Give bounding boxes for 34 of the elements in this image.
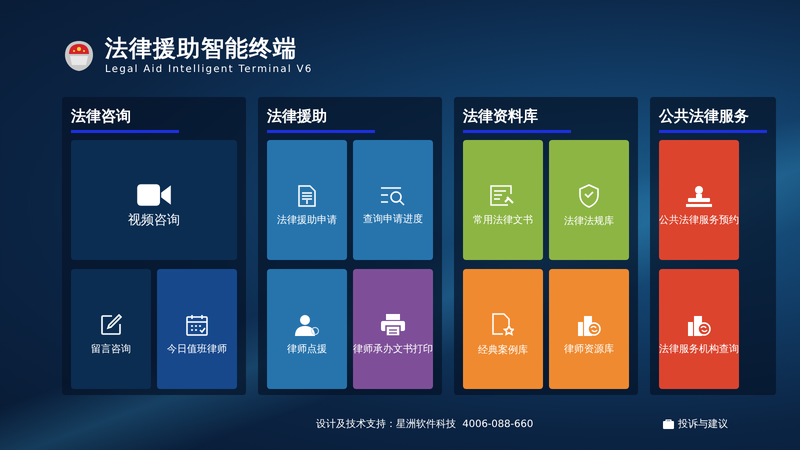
- search-list-icon: [380, 186, 406, 206]
- calendar-icon: [186, 314, 208, 336]
- stamp-icon: [686, 184, 712, 206]
- panel-title: 公共法律服务: [659, 106, 767, 133]
- support-text: 设计及技术支持：星洲软件科技 4006-088-660: [316, 418, 534, 431]
- app-title: 法律援助智能终端: [105, 36, 298, 62]
- buildings-icon: [687, 314, 711, 336]
- message-icon: [663, 419, 674, 429]
- tile-button[interactable]: 留言咨询: [71, 269, 151, 389]
- video-camera-icon: [137, 182, 171, 206]
- buildings-icon: [577, 314, 601, 336]
- tile-button[interactable]: 律师资源库: [549, 269, 629, 389]
- tile-button[interactable]: 律师点援: [267, 269, 347, 389]
- printer-icon: [381, 314, 405, 336]
- tile-button[interactable]: 法律服务机构查询: [659, 269, 739, 389]
- tile-button[interactable]: 律师承办文书打印: [353, 269, 433, 389]
- tile-button[interactable]: 公共法律服务预约: [659, 140, 739, 260]
- panel-title: 法律咨询: [71, 106, 179, 133]
- feedback-button[interactable]: 投诉与建议: [663, 417, 728, 431]
- tile-button[interactable]: 今日值班律师: [157, 269, 237, 389]
- document-icon: [298, 184, 316, 206]
- tile-button[interactable]: 法律援助申请: [267, 140, 347, 260]
- shield-icon: [578, 184, 600, 208]
- tile-button[interactable]: 查询申请进度: [353, 140, 433, 260]
- person-icon: [295, 314, 319, 336]
- document-star-icon: [492, 312, 514, 336]
- panel-title: 法律资料库: [463, 106, 571, 133]
- tile-button[interactable]: 经典案例库: [463, 269, 543, 389]
- certificate-icon: [490, 184, 516, 206]
- edit-icon: [100, 314, 122, 336]
- app-subtitle: Legal Aid Intelligent Terminal V6: [105, 64, 313, 76]
- tile-button[interactable]: 视频咨询: [71, 140, 237, 260]
- panel-title: 法律援助: [267, 106, 375, 133]
- emblem-icon: [62, 39, 96, 73]
